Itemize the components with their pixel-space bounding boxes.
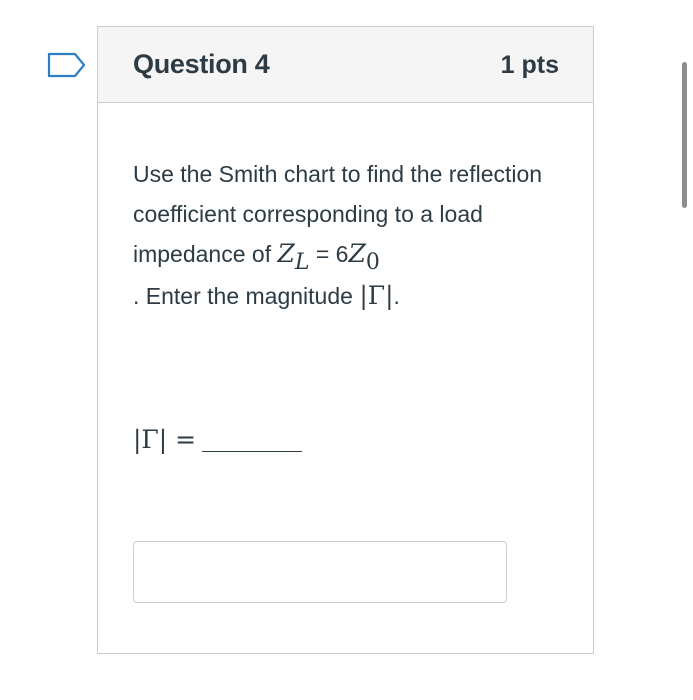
question-title: Question 4 [133,49,270,79]
answer-blank-line [202,451,303,452]
load-impedance-expr: ZL = 6Z0 [277,239,379,275]
math-z0-symbol: Z [348,239,366,268]
question-points: 1 pts [500,51,559,79]
question-text: Use the Smith chart to find the reflecti… [133,154,573,316]
math-equals-six: = 6 [309,241,349,267]
flag-question-icon[interactable] [47,52,87,78]
question-header: Question 4 1 pts [98,27,593,103]
question-text-part2: . Enter the magnitude [133,283,360,309]
gamma-magnitude-expr: |Γ| [359,281,394,310]
math-zero-subscript: 0 [365,250,380,275]
quiz-page: Question 4 1 pts Use the Smith chart to … [0,0,693,700]
question-card: Question 4 1 pts Use the Smith chart to … [97,26,594,654]
answer-label: |Γ| = [133,425,303,454]
scrollbar-thumb[interactable] [682,62,687,208]
answer-input[interactable] [133,541,507,603]
question-text-part3: . [393,283,400,309]
math-z-symbol: Z [277,239,295,268]
answer-label-text: |Γ| = [133,425,197,454]
math-l-subscript: L [294,250,310,275]
